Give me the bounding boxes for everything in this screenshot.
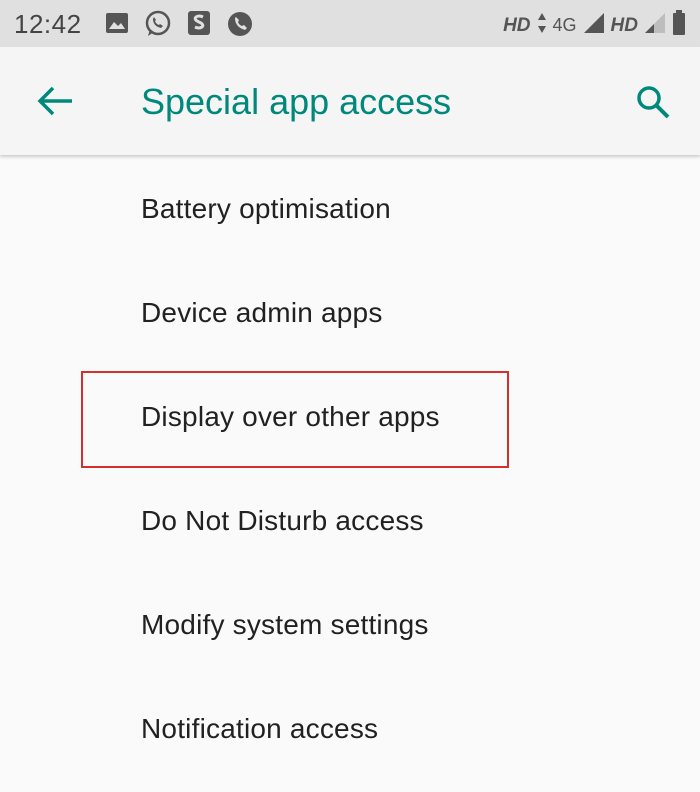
list-item-device-admin-apps[interactable]: Device admin apps <box>0 261 700 365</box>
battery-icon <box>672 10 686 41</box>
notification-icons <box>104 10 254 43</box>
status-bar: 12:42 HD 4G HD <box>0 0 700 47</box>
list-item-label: Notification access <box>141 713 379 744</box>
back-button[interactable] <box>36 83 76 119</box>
status-time: 12:42 <box>14 9 82 39</box>
special-access-list: Battery optimisation Device admin apps D… <box>0 157 700 781</box>
whatsapp-icon <box>144 10 172 43</box>
network-type-label: 4G <box>552 15 577 35</box>
list-item-label: Modify system settings <box>141 609 429 640</box>
list-item-label: Display over other apps <box>141 401 440 432</box>
system-status-icons: HD 4G HD <box>503 10 686 41</box>
hd-label-secondary: HD <box>610 14 638 36</box>
list-item-label: Do Not Disturb access <box>141 505 424 536</box>
page-title: Special app access <box>141 81 452 122</box>
signal-weak-icon <box>644 12 666 39</box>
list-item-label: Battery optimisation <box>141 193 391 224</box>
shareit-icon <box>186 10 212 43</box>
phone-call-icon <box>226 10 254 43</box>
list-item-battery-optimisation[interactable]: Battery optimisation <box>0 157 700 261</box>
list-item-display-over-other-apps[interactable]: Display over other apps <box>0 365 700 469</box>
hd-label: HD <box>503 14 531 36</box>
list-item-label: Device admin apps <box>141 297 383 328</box>
arrow-back-icon <box>37 86 72 116</box>
list-item-notification-access[interactable]: Notification access <box>0 677 700 781</box>
signal-strength-icon <box>583 12 605 39</box>
data-arrows-icon <box>537 12 547 39</box>
gallery-icon <box>104 10 130 43</box>
search-button[interactable] <box>634 83 672 121</box>
list-item-modify-system-settings[interactable]: Modify system settings <box>0 573 700 677</box>
list-item-do-not-disturb-access[interactable]: Do Not Disturb access <box>0 469 700 573</box>
search-icon <box>637 86 670 119</box>
app-bar: Special app access <box>0 47 700 155</box>
